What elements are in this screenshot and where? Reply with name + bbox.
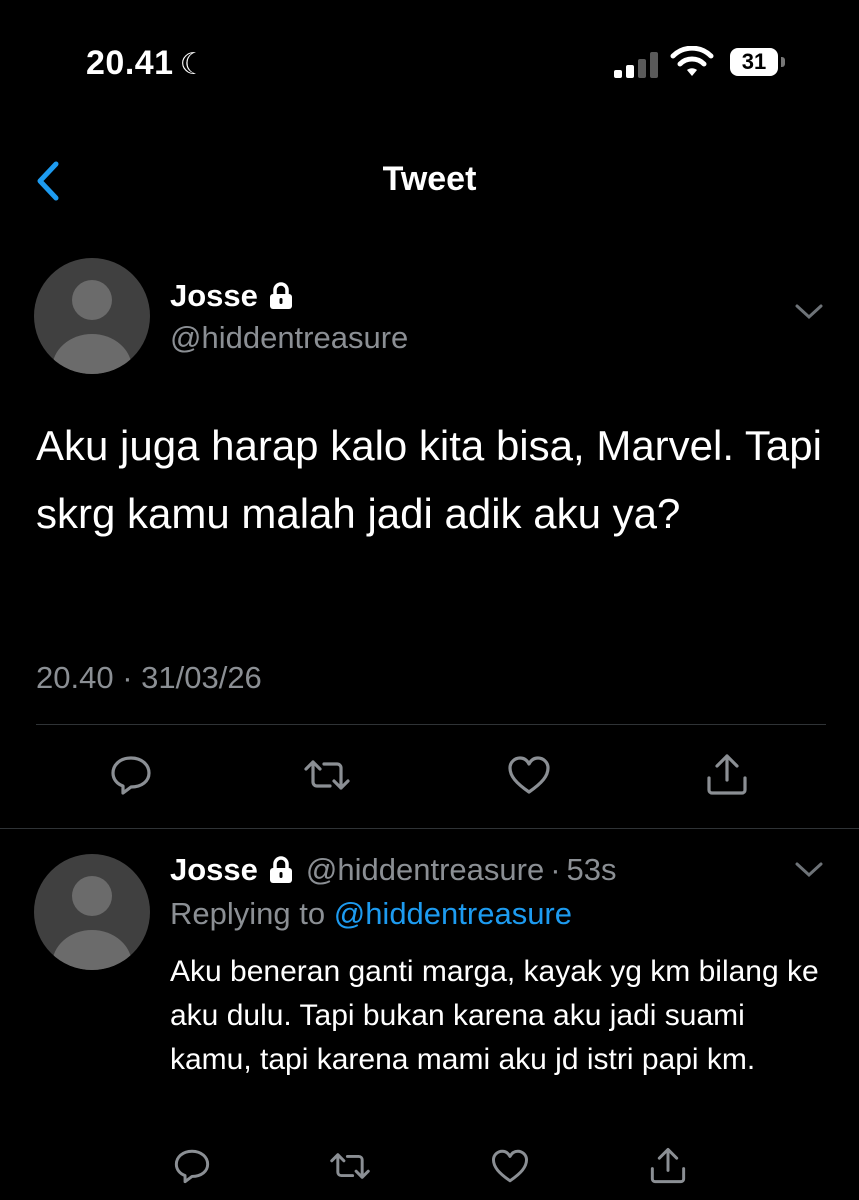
- share-icon[interactable]: [648, 1146, 688, 1186]
- status-time: 20.41 ☾: [86, 44, 207, 83]
- separator: ·: [550, 852, 561, 887]
- mention-link[interactable]: @hiddentreasure: [334, 896, 572, 931]
- share-icon[interactable]: [704, 752, 750, 798]
- signal-icon: [614, 50, 662, 78]
- reply-header[interactable]: Josse @hiddentreasure · 53s: [170, 852, 617, 888]
- lock-icon: [269, 282, 292, 309]
- author-name: Josse: [170, 278, 258, 313]
- replying-to: Replying to @hiddentreasure: [170, 896, 572, 932]
- battery-tip: [781, 57, 785, 67]
- lock-icon: [269, 856, 292, 883]
- battery-icon: 31: [730, 48, 778, 76]
- avatar[interactable]: [34, 854, 150, 970]
- replying-prefix: Replying to: [170, 896, 326, 931]
- wifi-icon: [670, 46, 714, 76]
- reply-author-handle: @hiddentreasure: [305, 852, 545, 887]
- avatar[interactable]: [34, 258, 150, 374]
- reply-text: Aku beneran ganti marga, kayak yg km bil…: [170, 955, 819, 1076]
- moon-icon: ☾: [179, 48, 207, 81]
- retweet-icon[interactable]: [304, 752, 350, 798]
- reply-author-name: Josse: [170, 852, 258, 887]
- divider: [0, 828, 859, 829]
- heart-icon[interactable]: [490, 1146, 530, 1186]
- chevron-down-icon[interactable]: [793, 860, 825, 880]
- tweet-timestamp: 20.40 · 31/03/26: [36, 660, 262, 695]
- heart-icon[interactable]: [506, 752, 552, 798]
- tweet-text: Aku juga harap kalo kita bisa, Marvel. T…: [36, 422, 822, 537]
- tweet-author[interactable]: Josse: [170, 278, 294, 314]
- comment-icon[interactable]: [172, 1146, 212, 1186]
- reply-time: 53s: [566, 852, 617, 887]
- comment-icon[interactable]: [108, 752, 154, 798]
- page-title: Tweet: [382, 160, 477, 198]
- chevron-down-icon[interactable]: [793, 302, 825, 322]
- retweet-icon[interactable]: [330, 1146, 370, 1186]
- author-handle[interactable]: @hiddentreasure: [170, 320, 408, 356]
- status-time-text: 20.41: [86, 44, 174, 82]
- divider: [36, 724, 826, 725]
